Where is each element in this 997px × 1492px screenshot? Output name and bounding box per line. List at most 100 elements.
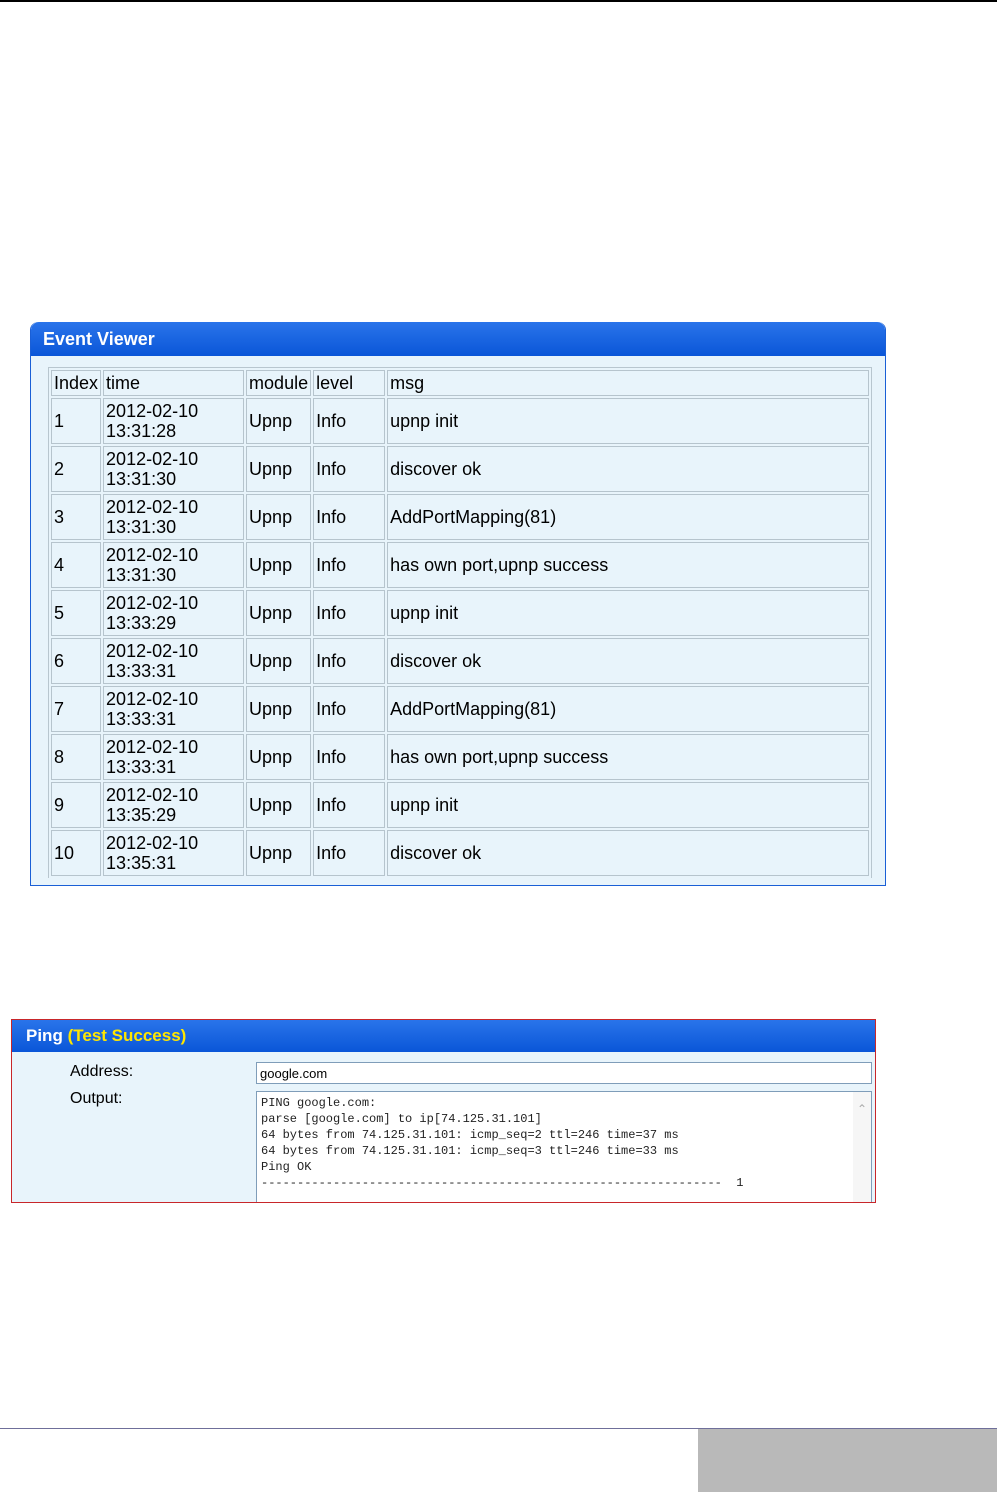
scroll-up-icon[interactable]: ⌃ [855,1102,869,1116]
cell-index: 7 [51,686,102,732]
cell-msg: discover ok [387,830,869,876]
table-row: 2 2012-02-10 13:31:30 Upnp Info discover ok [51,446,869,492]
cell-time-text: 13:31:28 [106,421,177,441]
cell-index: 10 [51,830,102,876]
cell-msg: AddPortMapping(81) [387,494,869,540]
cell-time-text: 13:33:31 [106,757,177,777]
cell-date-text: 2012-02-10 [106,497,199,517]
cell-time-text: 13:35:31 [106,853,177,873]
cell-level: Info [313,590,386,636]
table-row: 5 2012-02-10 13:33:29 Upnp Info upnp init [51,590,869,636]
cell-time-text: 13:33:31 [106,661,177,681]
cell-module: Upnp [246,446,312,492]
output-label: Output: [70,1090,123,1107]
event-viewer-title: Event Viewer [31,322,885,356]
table-row: 1 2012-02-10 13:31:28 Upnp Info upnp init [51,398,869,444]
cell-level: Info [313,782,386,828]
column-header-time: time [103,370,245,396]
column-header-level: level [313,370,386,396]
table-row: 3 2012-02-10 13:31:30 Upnp Info AddPortMappin… [51,494,869,540]
cell-level: Info [313,542,386,588]
cell-time: 2012-02-10 13:33:31 [103,686,245,732]
cell-msg: has own port,upnp success [387,734,869,780]
cell-level: Info [313,734,386,780]
cell-module: Upnp [246,398,312,444]
cell-time: 2012-02-10 13:31:30 [103,446,245,492]
cell-msg: upnp init [387,590,869,636]
cell-date-text: 2012-02-10 [106,689,199,709]
ping-header: Ping (Test Success) [12,1020,875,1052]
cell-module: Upnp [246,638,312,684]
cell-level: Info [313,830,386,876]
cell-module: Upnp [246,542,312,588]
cell-module: Upnp [246,830,312,876]
cell-index: 1 [51,398,102,444]
footer-block [698,1429,997,1492]
cell-time-text: 13:31:30 [106,565,177,585]
cell-module: Upnp [246,494,312,540]
cell-level: Info [313,398,386,444]
cell-module: Upnp [246,686,312,732]
table-row: 7 2012-02-10 13:33:31 Upnp Info AddPortMappin… [51,686,869,732]
cell-module: Upnp [246,590,312,636]
top-rule [0,0,997,2]
cell-module: Upnp [246,734,312,780]
column-header-index: Index [51,370,102,396]
cell-time: 2012-02-10 13:33:29 [103,590,245,636]
ping-panel: Ping (Test Success) Address: Output: PIN… [11,1019,876,1203]
cell-module: Upnp [246,782,312,828]
cell-msg: discover ok [387,638,869,684]
cell-time-text: 13:35:29 [106,805,177,825]
address-input[interactable] [256,1062,872,1084]
cell-time-text: 13:33:31 [106,709,177,729]
table-row: 9 2012-02-10 13:35:29 Upnp Info upnp init [51,782,869,828]
cell-index: 9 [51,782,102,828]
table-row: 4 2012-02-10 13:31:30 Upnp Info has own port,… [51,542,869,588]
ping-status: (Test Success) [67,1026,187,1045]
event-viewer-panel: Event Viewer Index time module level msg… [30,322,886,886]
cell-index: 6 [51,638,102,684]
cell-date-text: 2012-02-10 [106,545,199,565]
cell-level: Info [313,494,386,540]
cell-msg: discover ok [387,446,869,492]
event-table-scroll-area[interactable]: Index time module level msg 1 2012-02-10 1… [48,367,872,878]
cell-time: 2012-02-10 13:31:30 [103,542,245,588]
cell-date-text: 2012-02-10 [106,785,199,805]
cell-msg: has own port,upnp success [387,542,869,588]
cell-msg: upnp init [387,398,869,444]
table-row: 8 2012-02-10 13:33:31 Upnp Info has own port,… [51,734,869,780]
event-table-body: 1 2012-02-10 13:31:28 Upnp Info upnp init 2 201… [51,398,869,876]
cell-date-text: 2012-02-10 [106,833,199,853]
cell-index: 5 [51,590,102,636]
cell-level: Info [313,686,386,732]
cell-time: 2012-02-10 13:33:31 [103,734,245,780]
cell-msg: upnp init [387,782,869,828]
cell-level: Info [313,446,386,492]
cell-index: 4 [51,542,102,588]
cell-time-text: 13:31:30 [106,469,177,489]
cell-time: 2012-02-10 13:31:30 [103,494,245,540]
cell-msg: AddPortMapping(81) [387,686,869,732]
column-header-module: module [246,370,312,396]
table-row: 10 2012-02-10 13:35:31 Upnp Info discover ok [51,830,869,876]
cell-time-text: 13:33:29 [106,613,177,633]
cell-date-text: 2012-02-10 [106,641,199,661]
cell-time-text: 13:31:30 [106,517,177,537]
cell-index: 8 [51,734,102,780]
cell-time: 2012-02-10 13:31:28 [103,398,245,444]
cell-date-text: 2012-02-10 [106,401,199,421]
output-text: PING google.com: parse [google.com] to i… [261,1096,744,1190]
ping-title: Ping [26,1026,63,1045]
cell-time: 2012-02-10 13:35:29 [103,782,245,828]
output-textarea[interactable]: PING google.com: parse [google.com] to i… [256,1091,872,1202]
event-table-header-row: Index time module level msg [51,370,869,396]
cell-time: 2012-02-10 13:35:31 [103,830,245,876]
cell-index: 2 [51,446,102,492]
cell-level: Info [313,638,386,684]
table-row: 6 2012-02-10 13:33:31 Upnp Info discover ok [51,638,869,684]
cell-date-text: 2012-02-10 [106,593,199,613]
cell-index: 3 [51,494,102,540]
output-scrollbar[interactable]: ⌃ [853,1092,871,1202]
column-header-msg: msg [387,370,869,396]
address-label: Address: [70,1063,134,1080]
